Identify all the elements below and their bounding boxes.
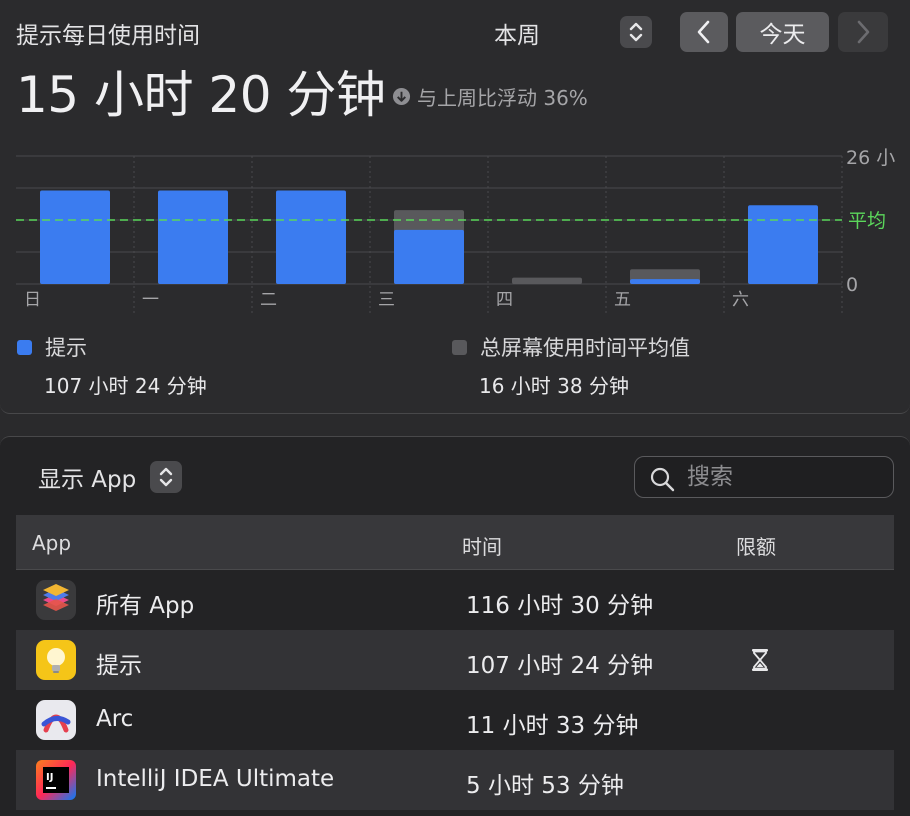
legend-value-average: 16 小时 38 分钟 (479, 374, 629, 398)
previous-week-button[interactable] (680, 12, 728, 52)
legend-swatch-average (452, 339, 467, 355)
search-icon (650, 467, 675, 492)
chevron-left-icon (697, 20, 710, 44)
x-tick-label: 一 (142, 290, 159, 310)
x-tick-label: 二 (260, 290, 277, 310)
app-time: 11 小时 33 分钟 (466, 713, 639, 739)
tips-lightbulb-icon (36, 640, 76, 680)
intellij-idea-icon: IJ (36, 760, 76, 800)
arc-browser-icon (36, 700, 76, 740)
x-tick-label: 四 (496, 290, 513, 310)
hourglass-icon[interactable] (751, 648, 769, 672)
weekly-delta: 与上周比浮动 36% (392, 82, 588, 111)
app-time: 5 小时 53 分钟 (466, 773, 624, 799)
stacked-layers-icon (36, 580, 76, 620)
today-button[interactable]: 今天 (736, 12, 829, 52)
legend-value-tips: 107 小时 24 分钟 (44, 374, 207, 398)
bar-tips (394, 229, 464, 284)
table-row[interactable]: Arc 11 小时 33 分钟 (16, 690, 894, 750)
show-app-stepper[interactable] (150, 461, 182, 493)
next-week-button[interactable] (838, 12, 888, 52)
bar-tips (276, 190, 346, 284)
delta-text: 与上周比浮动 36% (417, 86, 588, 110)
legend-label-tips: 提示 (45, 336, 87, 360)
period-label: 本周 (494, 23, 540, 49)
table-row[interactable]: IJ IntelliJ IDEA Ultimate 5 小时 53 分钟 (16, 750, 894, 810)
table-header: App 时间 限额 (16, 515, 894, 570)
total-usage-time: 15 小时 20 分钟 (16, 66, 386, 124)
app-name: 提示 (96, 653, 142, 679)
period-stepper[interactable] (620, 16, 652, 48)
app-name: IntelliJ IDEA Ultimate (96, 766, 335, 792)
app-time: 116 小时 30 分钟 (466, 593, 654, 619)
app-name: 所有 App (96, 593, 195, 619)
legend-item-average: 总屏幕使用时间平均值 (452, 332, 690, 362)
x-tick-label: 五 (614, 290, 631, 310)
bar-average (512, 277, 582, 284)
arrow-down-circle-icon (392, 87, 411, 106)
bar-tips (40, 190, 110, 284)
table-row[interactable]: 提示 107 小时 24 分钟 (16, 630, 894, 690)
x-tick-label: 日 (24, 290, 41, 310)
chevron-right-icon (857, 20, 870, 44)
show-app-label: 显示 App (38, 467, 137, 493)
svg-text:IJ: IJ (46, 772, 53, 783)
column-header-time[interactable]: 时间 (462, 531, 502, 560)
table-row[interactable]: 所有 App 116 小时 30 分钟 (16, 570, 894, 630)
y-tick-label-bottom: 0 (846, 274, 858, 296)
app-usage-table: App 时间 限额 所有 App 116 小时 30 分钟 提示 107 小时 … (16, 515, 894, 810)
panel-title: 提示每日使用时间 (16, 23, 200, 49)
column-header-app[interactable]: App (32, 531, 71, 555)
y-tick-label-top: 26 小 (846, 147, 895, 169)
x-tick-label: 六 (732, 290, 749, 310)
app-name: Arc (96, 706, 134, 732)
bar-tips (630, 279, 700, 284)
x-tick-label: 三 (378, 290, 395, 310)
app-time: 107 小时 24 分钟 (466, 653, 654, 679)
average-label: 平均 (848, 210, 886, 232)
search-field[interactable] (634, 456, 894, 498)
up-down-chevron-icon (159, 467, 173, 487)
up-down-chevron-icon (629, 22, 643, 42)
bar-tips (748, 205, 818, 284)
legend-item-tips: 提示 (17, 332, 87, 362)
legend-swatch-tips (17, 339, 32, 355)
column-header-limit[interactable]: 限额 (736, 531, 776, 560)
legend-label-average: 总屏幕使用时间平均值 (480, 336, 690, 360)
daily-usage-chart: 日 一 二 三 四 五 六 平均 26 小 0 (16, 147, 895, 316)
search-input[interactable] (687, 457, 887, 497)
bar-tips (158, 190, 228, 284)
